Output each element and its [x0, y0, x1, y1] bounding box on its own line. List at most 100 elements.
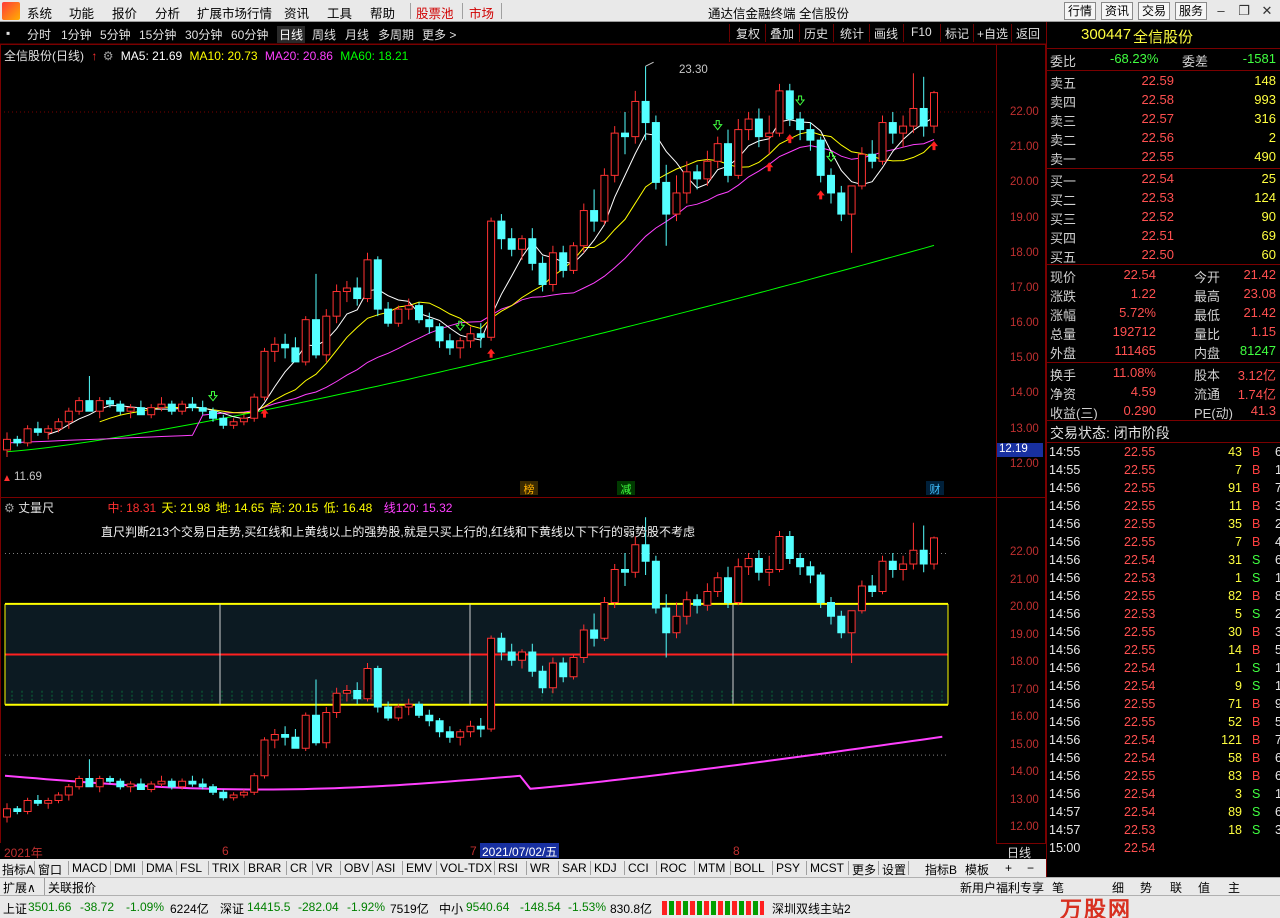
menu-help[interactable]: 帮助 [370, 3, 395, 22]
period-weekly[interactable]: 周线 [312, 26, 336, 43]
ask-row[interactable]: 卖一 22.55 490 [1050, 149, 1280, 167]
indicator-tab-2[interactable]: MACD [72, 861, 107, 875]
tick-tab-zhu[interactable]: 主 [1228, 879, 1240, 896]
sz-index-name[interactable]: 深证 [220, 900, 244, 917]
ask-row[interactable]: 卖二 22.56 2 [1050, 130, 1280, 148]
indicator-tab-0[interactable]: 指标A [2, 861, 34, 878]
bid-row[interactable]: 买五 22.50 60 [1050, 247, 1280, 265]
period-30min[interactable]: 30分钟 [185, 26, 222, 43]
settings-gear-icon[interactable]: ⚙ [103, 49, 114, 63]
tick-tab-zhi[interactable]: 值 [1198, 879, 1210, 896]
service-button[interactable]: 服务 [1175, 2, 1207, 20]
period-1min[interactable]: 1分钟 [61, 26, 92, 43]
indicator-tab-14[interactable]: RSI [498, 861, 518, 875]
period-monthly[interactable]: 月线 [345, 26, 369, 43]
indicator-right-1[interactable]: 模板 [965, 861, 989, 878]
indicator-tab-8[interactable]: CR [290, 861, 307, 875]
indicator-right-3[interactable]: − [1027, 861, 1034, 875]
bid-row[interactable]: 买一 22.54 25 [1050, 171, 1280, 189]
draw-line-button[interactable]: 画线 [874, 25, 898, 41]
indicator-tab-5[interactable]: FSL [180, 861, 202, 875]
menu-analysis[interactable]: 分析 [155, 3, 180, 22]
period-15min[interactable]: 15分钟 [139, 26, 176, 43]
toolbar-separator [765, 24, 766, 42]
bid-row[interactable]: 买二 22.53 124 [1050, 190, 1280, 208]
indicator-tab-24[interactable]: 更多 [852, 861, 876, 878]
period-5min[interactable]: 5分钟 [100, 26, 131, 43]
indicator-tab-13[interactable]: VOL-TDX [440, 861, 492, 875]
indicator-tab-1[interactable]: 窗口 [38, 861, 62, 878]
tick-tab-shi[interactable]: 势 [1140, 879, 1152, 896]
tick-time: 14:56 [1049, 517, 1081, 531]
history-button[interactable]: 历史 [804, 25, 828, 41]
menu-system[interactable]: 系统 [27, 3, 52, 22]
period-60min[interactable]: 60分钟 [231, 26, 268, 43]
date-month-7: 7 [470, 844, 477, 858]
indicator-tab-9[interactable]: VR [316, 861, 333, 875]
sh-index-name[interactable]: 上证 [3, 900, 27, 917]
indicator-tab-20[interactable]: MTM [698, 861, 725, 875]
menu-extended-market[interactable]: 扩展市场行情 [197, 3, 272, 22]
indicator-tab-4[interactable]: DMA [146, 861, 173, 875]
settings-gear-icon[interactable]: ⚙ [4, 501, 15, 515]
sme-index-name[interactable]: 中小 [439, 900, 463, 917]
maximize-icon[interactable]: ❐ [1233, 1, 1255, 21]
tick-price: 22.55 [1124, 499, 1156, 513]
menu-tools[interactable]: 工具 [327, 3, 352, 22]
minimize-icon[interactable]: – [1210, 1, 1232, 21]
overlay-button[interactable]: 叠加 [770, 25, 794, 41]
indicator-tab-22[interactable]: PSY [776, 861, 800, 875]
watermark-logo: 万股网 [1060, 897, 1133, 918]
add-watchlist-button[interactable]: +自选 [977, 25, 1008, 41]
menu-market[interactable]: 市场 [469, 3, 494, 22]
indicator-tab-16[interactable]: SAR [562, 861, 587, 875]
menu-quote[interactable]: 报价 [112, 3, 137, 22]
related-quote-tab[interactable]: 关联报价 [48, 879, 96, 896]
menu-stock-pool[interactable]: 股票池 [416, 3, 454, 22]
close-icon[interactable]: ✕ [1256, 1, 1278, 21]
period-multi[interactable]: 多周期 [378, 26, 414, 43]
indicator-tab-15[interactable]: WR [530, 861, 550, 875]
promo-link[interactable]: 新用户福利专享 [960, 879, 1044, 896]
bid-row[interactable]: 买四 22.51 69 [1050, 228, 1280, 246]
tick-tab-lian[interactable]: 联 [1170, 879, 1182, 896]
statistics-button[interactable]: 统计 [840, 25, 864, 41]
indicator-tab-10[interactable]: OBV [344, 861, 369, 875]
ask-row[interactable]: 卖五 22.59 148 [1050, 73, 1280, 91]
ask-row[interactable]: 卖四 22.58 993 [1050, 92, 1280, 110]
indicator-tab-19[interactable]: ROC [660, 861, 687, 875]
news-button[interactable]: 资讯 [1101, 2, 1133, 20]
menu-function[interactable]: 功能 [69, 3, 94, 22]
period-daily[interactable]: 日线 [277, 26, 306, 43]
indicator-tab-6[interactable]: TRIX [212, 861, 239, 875]
trade-button[interactable]: 交易 [1138, 2, 1170, 20]
bid-row[interactable]: 买三 22.52 90 [1050, 209, 1280, 227]
server-station[interactable]: 深圳双线主站2 [772, 900, 851, 917]
indicator-tab-23[interactable]: MCST [810, 861, 844, 875]
indicator-right-0[interactable]: 指标B [925, 861, 957, 878]
f10-button[interactable]: F10 [911, 25, 932, 41]
indicator-tab-25[interactable]: 设置 [882, 861, 906, 878]
quote-button[interactable]: 行情 [1064, 2, 1096, 20]
menu-news[interactable]: 资讯 [284, 3, 309, 22]
indicator-tab-11[interactable]: ASI [376, 861, 395, 875]
extend-toggle[interactable]: 扩展∧ [3, 879, 36, 896]
indicator-right-2[interactable]: + [1005, 861, 1012, 875]
adjust-button[interactable]: 复权 [736, 25, 760, 41]
toolbar-separator [729, 24, 730, 42]
indicator-tab-17[interactable]: KDJ [594, 861, 617, 875]
period-more[interactable]: 更多 > [422, 26, 456, 43]
tag-cai[interactable]: 财 [926, 481, 944, 496]
indicator-tab-12[interactable]: EMV [406, 861, 432, 875]
indicator-tab-7[interactable]: BRAR [248, 861, 281, 875]
toolbar-separator [833, 24, 834, 42]
indicator-tab-18[interactable]: CCI [628, 861, 649, 875]
ask-row[interactable]: 卖三 22.57 316 [1050, 111, 1280, 129]
tag-bang[interactable]: 榜 [520, 481, 538, 496]
tag-jian[interactable]: 减 [617, 481, 635, 496]
indicator-tab-3[interactable]: DMI [114, 861, 136, 875]
period-fenshi[interactable]: 分时 [27, 26, 51, 43]
mark-button[interactable]: 标记 [945, 25, 969, 41]
indicator-tab-21[interactable]: BOLL [734, 861, 765, 875]
back-button[interactable]: 返回 [1016, 25, 1040, 41]
